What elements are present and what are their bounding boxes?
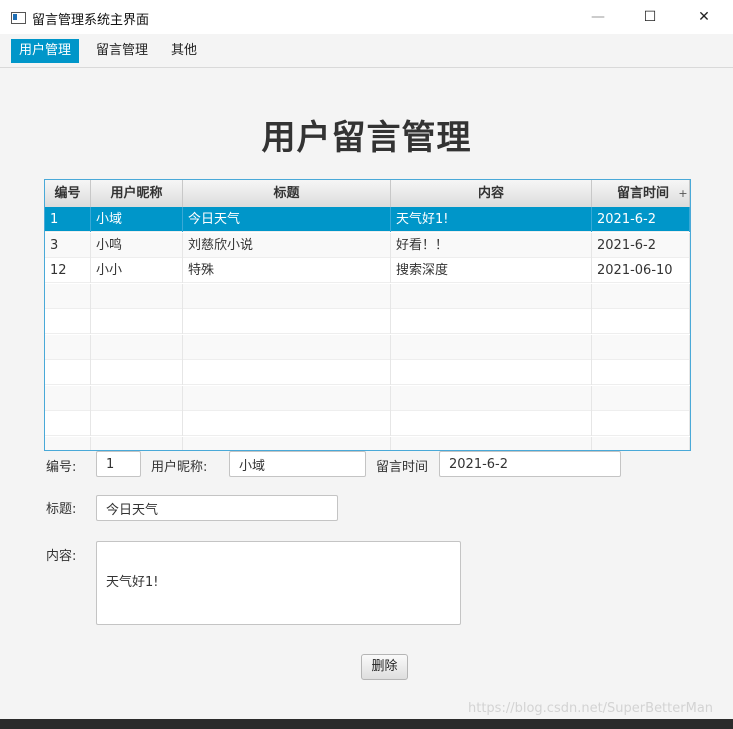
- cell-id: [45, 436, 91, 450]
- cell-nickname: 小域: [91, 207, 183, 232]
- column-header-time[interactable]: 留言时间: [592, 180, 690, 207]
- maximize-button[interactable]: ☐: [632, 6, 668, 28]
- table-row-empty: [45, 411, 690, 436]
- cell-nickname: 小鸣: [91, 232, 183, 258]
- table-row-empty: [45, 360, 690, 385]
- cell-title: [183, 360, 391, 385]
- cell-time: [592, 411, 690, 436]
- id-label: 编号:: [46, 460, 77, 475]
- cell-id: [45, 283, 91, 309]
- cell-content: [391, 309, 592, 334]
- cell-time: [592, 334, 690, 360]
- table-row[interactable]: 3 小鸣 刘慈欣小说 好看！！ 2021-6-2: [45, 232, 690, 258]
- column-header-content[interactable]: 内容: [391, 180, 592, 207]
- table-header: 编号 用户昵称 标题 内容 留言时间 +: [45, 180, 690, 208]
- cell-content: 好看！！: [391, 232, 592, 258]
- title-field[interactable]: [96, 495, 338, 521]
- cell-title: [183, 385, 391, 411]
- cell-time: [592, 283, 690, 309]
- cell-nickname: [91, 309, 183, 334]
- cell-content: 天气好1!: [391, 207, 592, 232]
- cell-nickname: [91, 334, 183, 360]
- table-row-empty: [45, 334, 690, 360]
- title-label: 标题:: [46, 502, 77, 517]
- close-button[interactable]: ✕: [686, 6, 722, 28]
- minimize-button[interactable]: —: [580, 6, 616, 28]
- cell-id: [45, 385, 91, 411]
- cell-time: [592, 436, 690, 450]
- table-row[interactable]: 1 小域 今日天气 天气好1! 2021-6-2: [45, 207, 690, 232]
- menu-message-management[interactable]: 留言管理: [88, 39, 156, 63]
- cell-nickname: [91, 283, 183, 309]
- table-row-empty: [45, 309, 690, 334]
- time-field[interactable]: [439, 451, 621, 477]
- page-title: 用户留言管理: [261, 118, 472, 158]
- cell-nickname: [91, 360, 183, 385]
- menu-other[interactable]: 其他: [163, 39, 205, 63]
- cell-nickname: [91, 385, 183, 411]
- cell-nickname: [91, 411, 183, 436]
- cell-time: 2021-6-2: [592, 232, 690, 258]
- time-label: 留言时间: [376, 460, 429, 475]
- menu-bar: 用户管理 留言管理 其他: [0, 34, 733, 68]
- cell-content: [391, 436, 592, 450]
- cell-id: [45, 334, 91, 360]
- menu-user-management[interactable]: 用户管理: [11, 39, 80, 63]
- delete-button[interactable]: 删除: [361, 654, 408, 680]
- cell-title: 刘慈欣小说: [183, 232, 391, 258]
- cell-content: [391, 334, 592, 360]
- messages-table[interactable]: 编号 用户昵称 标题 内容 留言时间 + 1 小域 今日天气 天气好1! 2021-6-…: [44, 179, 691, 451]
- content-field[interactable]: 天气好1!: [96, 541, 461, 625]
- cell-id: [45, 360, 91, 385]
- window-titlebar: 留言管理系统主界面 — ☐ ✕: [0, 0, 733, 34]
- column-header-title[interactable]: 标题: [183, 180, 391, 207]
- cell-title: [183, 334, 391, 360]
- cell-content: [391, 283, 592, 309]
- cell-nickname: 小小: [91, 258, 183, 283]
- cell-title: 特殊: [183, 258, 391, 283]
- cell-content: [391, 360, 592, 385]
- column-menu-plus-icon[interactable]: +: [678, 180, 688, 207]
- column-header-id[interactable]: 编号: [45, 180, 91, 207]
- watermark: https://blog.csdn.net/SuperBetterMan: [468, 701, 714, 716]
- cell-title: [183, 436, 391, 450]
- table-row-empty: [45, 385, 690, 411]
- cell-title: [183, 283, 391, 309]
- table-row-empty: [45, 436, 690, 450]
- window-title: 留言管理系统主界面: [32, 13, 150, 28]
- cell-title: 今日天气: [183, 207, 391, 232]
- cell-id: 1: [45, 207, 91, 232]
- table-row-empty: [45, 283, 690, 309]
- nickname-label: 用户昵称:: [151, 460, 208, 475]
- cell-time: [592, 385, 690, 411]
- nickname-field[interactable]: [229, 451, 366, 477]
- cell-time: [592, 360, 690, 385]
- cell-id: [45, 309, 91, 334]
- column-header-nickname[interactable]: 用户昵称: [91, 180, 183, 207]
- id-field[interactable]: [96, 451, 141, 477]
- cell-id: [45, 411, 91, 436]
- cell-content: [391, 385, 592, 411]
- cell-id: 12: [45, 258, 91, 283]
- cell-content: [391, 411, 592, 436]
- cell-content: 搜索深度: [391, 258, 592, 283]
- table-row[interactable]: 12 小小 特殊 搜索深度 2021-06-10: [45, 258, 690, 283]
- bottom-strip: [0, 719, 733, 729]
- cell-time: [592, 309, 690, 334]
- cell-time: 2021-06-10: [592, 258, 690, 283]
- cell-title: [183, 411, 391, 436]
- app-icon: [11, 12, 26, 24]
- content-label: 内容:: [46, 549, 77, 564]
- cell-title: [183, 309, 391, 334]
- cell-time: 2021-6-2: [592, 207, 690, 232]
- cell-nickname: [91, 436, 183, 450]
- cell-id: 3: [45, 232, 91, 258]
